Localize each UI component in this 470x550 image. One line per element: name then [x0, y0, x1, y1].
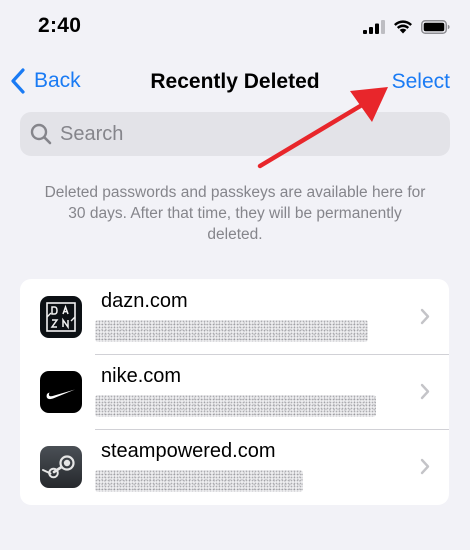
retention-info-text: Deleted passwords and passkeys are avail…: [44, 184, 426, 243]
steam-logo-icon: [40, 446, 82, 488]
search-icon: [30, 123, 52, 145]
status-time: 2:40: [38, 14, 82, 37]
deleted-passwords-list: dazn.com nike.com steampowered.com: [20, 279, 449, 505]
navigation-bar: Back Recently Deleted Select: [0, 56, 470, 108]
search-bar[interactable]: [20, 112, 450, 156]
list-item-nike[interactable]: nike.com: [20, 354, 449, 429]
list-item-steampowered[interactable]: steampowered.com: [20, 429, 449, 504]
obscured-username: [95, 320, 368, 342]
cellular-signal-icon: [363, 19, 385, 34]
list-item-dazn[interactable]: dazn.com: [20, 279, 449, 354]
site-name: dazn.com: [101, 290, 188, 312]
chevron-right-icon: [420, 458, 430, 475]
status-bar: 2:40: [0, 0, 470, 56]
obscured-username: [95, 395, 376, 417]
status-icons: [363, 19, 450, 34]
site-name: steampowered.com: [101, 440, 276, 462]
search-input[interactable]: [60, 122, 440, 146]
nike-logo-icon: [40, 371, 82, 413]
chevron-right-icon: [420, 308, 430, 325]
select-button[interactable]: Select: [392, 70, 450, 94]
wifi-icon: [394, 20, 412, 34]
obscured-username: [95, 470, 303, 492]
dazn-logo-icon: [40, 296, 82, 338]
battery-icon: [421, 19, 450, 34]
chevron-right-icon: [420, 383, 430, 400]
site-name: nike.com: [101, 365, 182, 387]
